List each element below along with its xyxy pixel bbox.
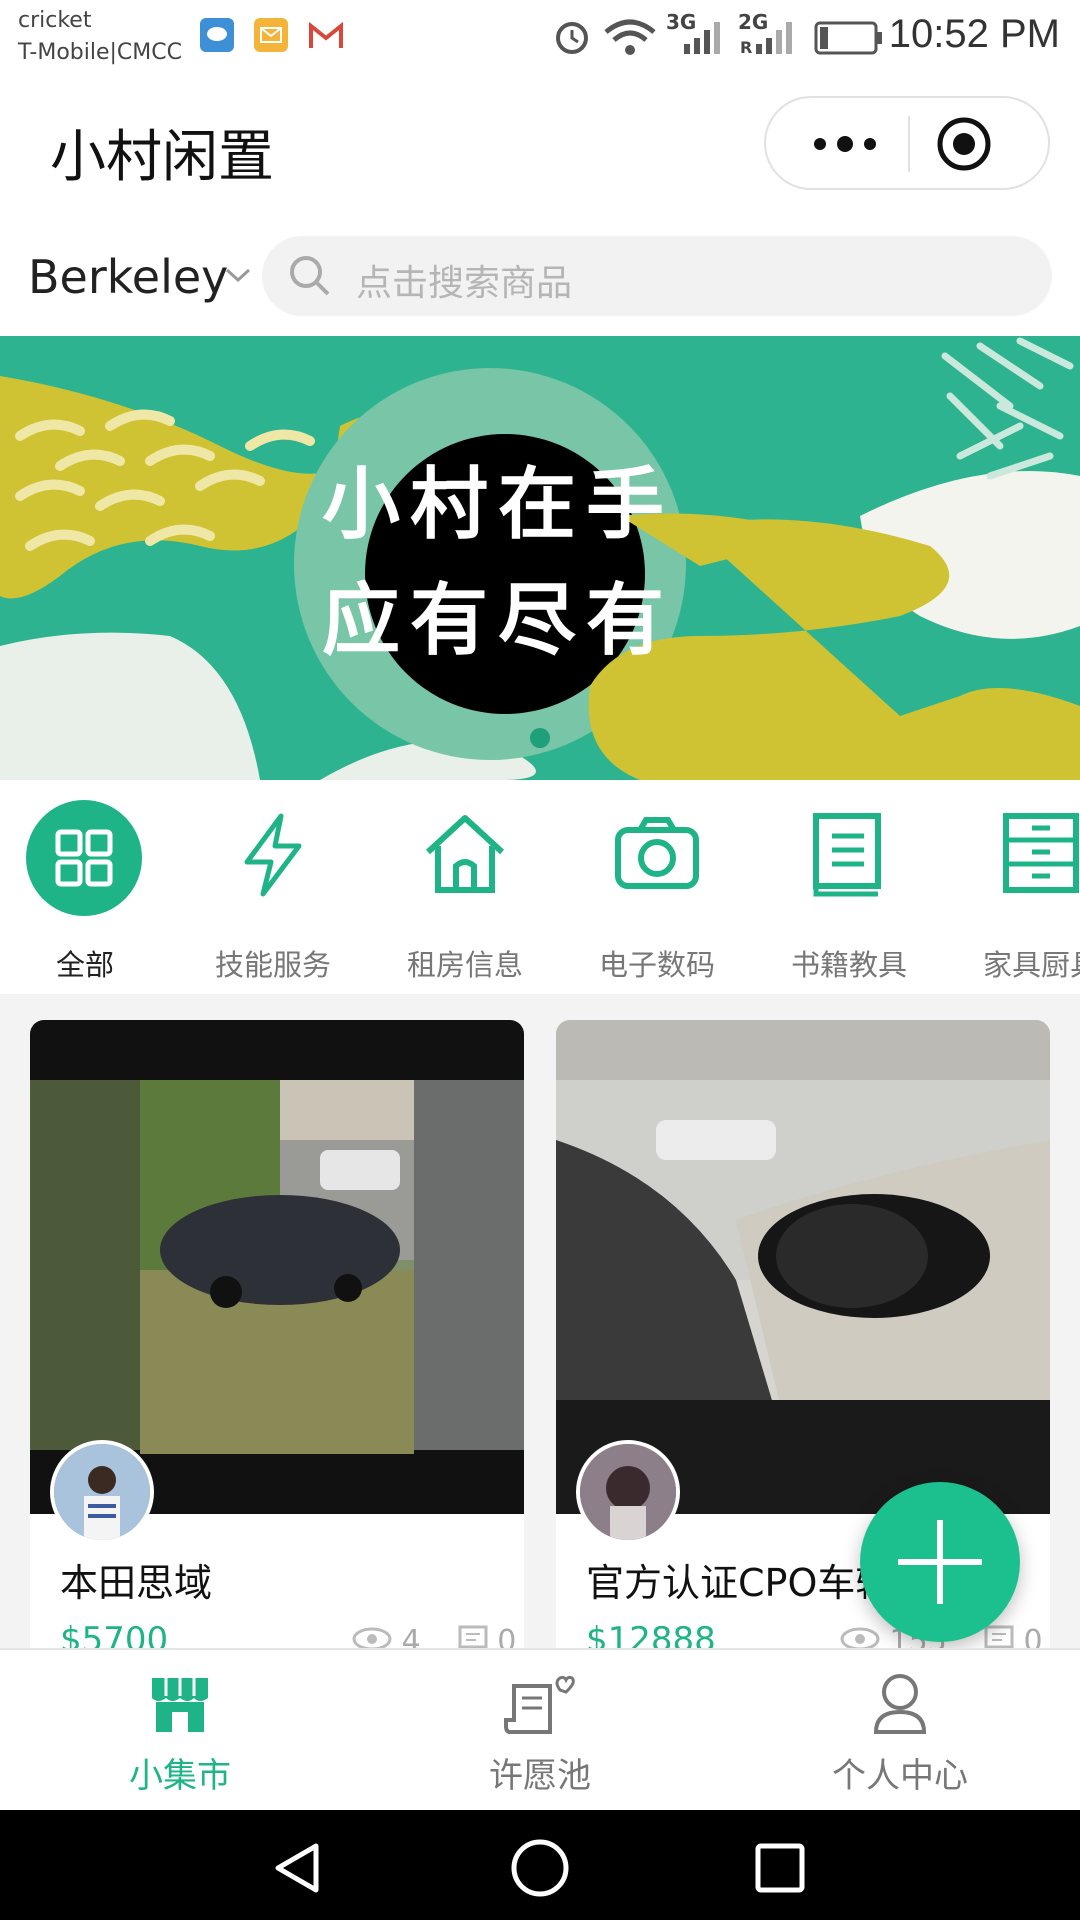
category-label: 全部 [55, 948, 114, 982]
email-icon [254, 18, 288, 52]
avatar[interactable] [576, 1440, 680, 1544]
search-bar[interactable]: 点击搜索商品 [262, 236, 1052, 316]
category-label: 家具厨具 [982, 948, 1080, 980]
eye-icon [352, 1624, 392, 1648]
add-listing-button[interactable] [860, 1482, 1020, 1642]
listing-stats: 4 0 [352, 1624, 516, 1648]
listing-price: $5700 [60, 1620, 169, 1648]
signal-2g-icon [744, 18, 798, 60]
comment-icon [458, 1624, 488, 1648]
avatar[interactable] [50, 1440, 154, 1544]
listing-title: 本田思域 [60, 1561, 213, 1605]
signal-3g-icon [672, 18, 726, 60]
tab-label: 个人中心 [832, 1756, 968, 1796]
app-title: 小村闲置 [50, 125, 274, 190]
chevron-down-icon [224, 266, 252, 290]
category-books[interactable]: 书籍教具 [764, 800, 934, 982]
category-label: 租房信息 [406, 948, 523, 982]
category-label: 技能服务 [214, 948, 331, 982]
tab-market[interactable]: 小集市 [0, 1650, 360, 1812]
search-icon [288, 254, 332, 302]
target-circle-icon[interactable] [934, 116, 994, 176]
carrier-name-secondary: T-Mobile|CMCC [18, 40, 183, 65]
person-icon [870, 1672, 930, 1740]
lightning-icon [233, 810, 313, 904]
home-icon[interactable] [510, 1838, 570, 1902]
clock: 10:52 PM [888, 12, 1060, 56]
comment-count: 0 [497, 1624, 517, 1648]
tab-label: 小集市 [129, 1756, 231, 1796]
recents-icon[interactable] [754, 1842, 806, 1898]
banner-line-1: 小村在手 [322, 459, 675, 550]
carrier-name: cricket [18, 8, 92, 33]
bottom-tab-bar: 小集市 许愿池 个人中心 [0, 1648, 1080, 1812]
mini-program-capsule [764, 96, 1050, 190]
category-furniture[interactable]: 家具厨具 [956, 800, 1080, 980]
promo-banner[interactable]: 小村在手 应有尽有 [0, 336, 1080, 780]
category-electronics[interactable]: 电子数码 [572, 800, 742, 982]
search-placeholder: 点击搜索商品 [356, 263, 573, 304]
book-icon [808, 810, 888, 904]
location-selector[interactable]: Berkeley [28, 244, 256, 314]
category-all[interactable]: 全部 [0, 800, 170, 982]
wish-list-icon [504, 1672, 576, 1742]
location-label: Berkeley [28, 250, 229, 304]
category-skills[interactable]: 技能服务 [188, 800, 358, 982]
tab-profile[interactable]: 个人中心 [720, 1650, 1080, 1812]
camera-icon [612, 814, 702, 898]
capsule-divider [908, 116, 910, 172]
category-bar: 全部 技能服务 租房信息 电子数码 书籍教具 家具厨具 [0, 780, 1080, 994]
battery-icon [814, 20, 884, 60]
system-nav-bar [0, 1810, 1080, 1920]
store-icon [148, 1674, 212, 1740]
tab-label: 许愿池 [489, 1756, 591, 1796]
house-icon [420, 810, 510, 904]
listing-card[interactable]: 本田思域 $5700 4 0 [30, 1020, 524, 1648]
cabinet-icon [1000, 810, 1080, 904]
tab-wishing-pool[interactable]: 许愿池 [360, 1650, 720, 1812]
view-count: 4 [401, 1624, 421, 1648]
wifi-icon [602, 18, 658, 60]
category-label: 书籍教具 [790, 948, 907, 982]
category-label: 电子数码 [598, 948, 715, 982]
gmail-icon [308, 21, 344, 54]
listing-price: $12888 [586, 1620, 716, 1648]
message-icon [200, 18, 234, 52]
alarm-icon [552, 16, 592, 60]
comment-count: 0 [1023, 1624, 1043, 1648]
grid-icon [26, 800, 142, 916]
status-bar: cricket T-Mobile|CMCC 3G 2G R 10:52 PM [0, 0, 1080, 78]
listing-title: 官方认证CPO车辆 [586, 1561, 894, 1605]
category-rental[interactable]: 租房信息 [380, 800, 550, 982]
more-dots-icon[interactable] [802, 118, 888, 170]
plus-icon [898, 1520, 982, 1604]
back-icon[interactable] [270, 1840, 326, 1900]
banner-line-2: 应有尽有 [322, 575, 675, 666]
